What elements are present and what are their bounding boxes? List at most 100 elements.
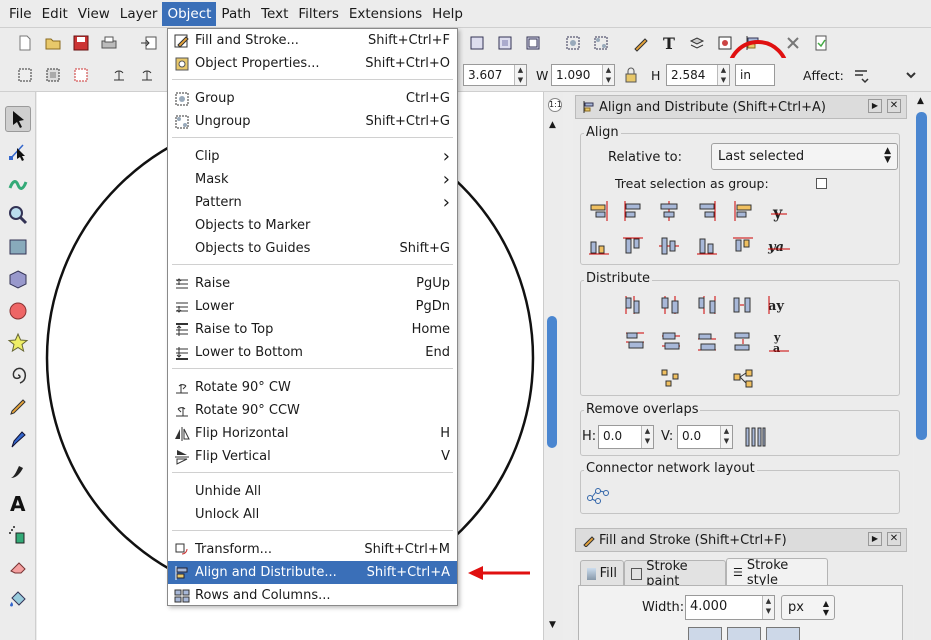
menu-item-raise-to-top[interactable]: Raise to Top Home — [168, 318, 457, 341]
stroke-unit-select[interactable]: px ▲ ▼ — [781, 595, 835, 620]
menu-item-raise[interactable]: Raise PgUp — [168, 272, 457, 295]
align-top-edges-icon[interactable] — [620, 233, 646, 259]
rotate-cw-toolbar-icon[interactable] — [136, 64, 158, 86]
fill-dialog-title-bar[interactable]: Fill and Stroke (Shift+Ctrl+F) ▶ ✕ — [575, 528, 907, 552]
tab-stroke-paint[interactable]: Stroke paint — [624, 559, 726, 589]
ellipse-tool-icon[interactable] — [5, 298, 31, 324]
menu-item-lower-to-bottom[interactable]: Lower to Bottom End — [168, 341, 457, 364]
distribute-top-edges-icon[interactable] — [622, 329, 648, 355]
menu-item-object-properties[interactable]: Object Properties... Shift+Ctrl+O — [168, 52, 457, 75]
menu-item-flip-horizontal[interactable]: Flip Horizontal H — [168, 422, 457, 445]
menu-item-objects-to-marker[interactable]: Objects to Marker — [168, 214, 457, 237]
menu-filters[interactable]: Filters — [293, 2, 343, 26]
remove-overlaps-button-icon[interactable] — [742, 424, 768, 450]
menu-view[interactable]: View — [73, 2, 115, 26]
overlap-h-field[interactable]: 0.0 ▲ ▼ — [598, 425, 654, 449]
text-tool-icon[interactable]: A — [5, 490, 31, 516]
selector-tool-icon[interactable] — [5, 106, 31, 132]
menu-item-flip-vertical[interactable]: Flip Vertical V — [168, 445, 457, 468]
distribute-left-edges-icon[interactable] — [622, 292, 648, 318]
3d-box-tool-icon[interactable] — [5, 266, 31, 292]
menu-item-rows-columns[interactable]: Rows and Columns... — [168, 584, 457, 607]
center-on-vertical-axis-icon[interactable] — [656, 198, 682, 224]
distribute-centers-vertically-icon[interactable] — [658, 329, 684, 355]
join-bevel-button[interactable] — [766, 627, 800, 640]
star-tool-icon[interactable] — [5, 330, 31, 356]
zoom-tool-icon[interactable] — [5, 202, 31, 228]
select-all-layers-icon[interactable] — [42, 64, 64, 86]
dock-scroll-thumb[interactable] — [916, 112, 927, 440]
tab-stroke-style[interactable]: ☰ Stroke style — [726, 558, 828, 588]
unit-select[interactable]: in — [735, 64, 775, 86]
zoom-1-1-icon[interactable]: 1:1 — [548, 98, 562, 112]
distribute-bottom-edges-icon[interactable] — [694, 329, 720, 355]
dialog-close-icon[interactable]: ✕ — [887, 99, 901, 113]
text-font-toolbar-icon[interactable]: T — [658, 32, 680, 54]
align-right-to-left-anchor-icon[interactable] — [586, 198, 612, 224]
scroll-up-arrow[interactable]: ▲ — [549, 120, 556, 130]
node-tool-icon[interactable] — [5, 138, 31, 164]
distribute-vertical-gaps-icon[interactable] — [730, 329, 756, 355]
align-top-to-bottom-anchor-icon[interactable] — [730, 233, 756, 259]
import-icon[interactable] — [138, 32, 160, 54]
randomize-positions-icon[interactable] — [658, 365, 684, 391]
menu-item-rotate-cw[interactable]: Rotate 90° CW — [168, 376, 457, 399]
menu-path[interactable]: Path — [216, 2, 256, 26]
menu-item-mask[interactable]: Mask › — [168, 168, 457, 191]
menu-help[interactable]: Help — [427, 2, 468, 26]
spray-tool-icon[interactable] — [5, 522, 31, 548]
rectangle-tool-icon[interactable] — [5, 234, 31, 260]
dialog-collapse-icon[interactable]: ▶ — [868, 99, 882, 113]
zoom-fit-page-icon[interactable] — [522, 32, 544, 54]
zoom-fit-drawing-icon[interactable] — [494, 32, 516, 54]
align-left-edges-icon[interactable] — [620, 198, 646, 224]
menu-item-objects-to-guides[interactable]: Objects to Guides Shift+G — [168, 237, 457, 260]
lock-icon[interactable] — [620, 64, 642, 86]
menu-item-unlock-all[interactable]: Unlock All — [168, 503, 457, 526]
select-all-icon[interactable] — [14, 64, 36, 86]
ungroup-toolbar-icon[interactable] — [590, 32, 612, 54]
pen-tool-icon[interactable] — [5, 426, 31, 452]
tab-fill[interactable]: Fill — [580, 560, 624, 586]
arrange-connector-network-icon[interactable] — [585, 482, 611, 508]
align-bottom-to-top-anchor-icon[interactable] — [586, 233, 612, 259]
menu-item-ungroup[interactable]: Ungroup Shift+Ctrl+G — [168, 110, 457, 133]
canvas-scroll-thumb[interactable] — [547, 316, 557, 448]
distribute-text-anchors-vertical-icon[interactable]: ya — [766, 329, 792, 355]
menu-item-align-distribute[interactable]: Align and Distribute... Shift+Ctrl+A — [168, 561, 457, 584]
paint-bucket-tool-icon[interactable] — [5, 586, 31, 612]
eraser-tool-icon[interactable] — [5, 554, 31, 580]
zoom-fit-selection-icon[interactable] — [466, 32, 488, 54]
menu-edit[interactable]: Edit — [37, 2, 73, 26]
menu-extensions[interactable]: Extensions — [344, 2, 427, 26]
spiral-tool-icon[interactable] — [5, 362, 31, 388]
treat-group-checkbox[interactable] — [816, 178, 827, 189]
fill-stroke-toolbar-icon[interactable] — [630, 32, 652, 54]
open-folder-icon[interactable] — [42, 32, 64, 54]
overlap-v-field[interactable]: 0.0 ▲ ▼ — [677, 425, 733, 449]
align-text-baseline-icon[interactable]: y — [766, 198, 792, 224]
menu-text[interactable]: Text — [256, 2, 293, 26]
align-left-to-right-anchor-icon[interactable] — [730, 198, 756, 224]
menu-item-lower[interactable]: Lower PgDn — [168, 295, 457, 318]
menu-item-unhide-all[interactable]: Unhide All — [168, 480, 457, 503]
deselect-icon[interactable] — [70, 64, 92, 86]
align-dialog-title-bar[interactable]: Align and Distribute (Shift+Ctrl+A) ▶ ✕ — [575, 95, 907, 119]
distribute-text-anchors-horizontal-icon[interactable]: ay — [766, 292, 792, 318]
h-field[interactable]: 2.584 ▲ ▼ — [666, 64, 730, 86]
layers-toolbar-icon[interactable] — [686, 32, 708, 54]
menu-file[interactable]: File — [4, 2, 37, 26]
distribute-right-edges-icon[interactable] — [694, 292, 720, 318]
menu-layer[interactable]: Layer — [115, 2, 163, 26]
menu-item-group[interactable]: Group Ctrl+G — [168, 87, 457, 110]
distribute-centers-horizontally-icon[interactable] — [658, 292, 684, 318]
fill-dialog-collapse-icon[interactable]: ▶ — [868, 532, 882, 546]
menu-item-fill-stroke[interactable]: Fill and Stroke... Shift+Ctrl+F — [168, 29, 457, 52]
relative-to-select[interactable]: Last selected ▲ ▼ — [711, 143, 898, 170]
distribute-horizontal-gaps-icon[interactable] — [730, 292, 756, 318]
menu-item-pattern[interactable]: Pattern › — [168, 191, 457, 214]
calligraphy-tool-icon[interactable] — [5, 458, 31, 484]
pencil-tool-icon[interactable] — [5, 394, 31, 420]
scroll-down-arrow[interactable]: ▼ — [549, 620, 556, 630]
chevron-down-icon[interactable] — [900, 64, 922, 86]
